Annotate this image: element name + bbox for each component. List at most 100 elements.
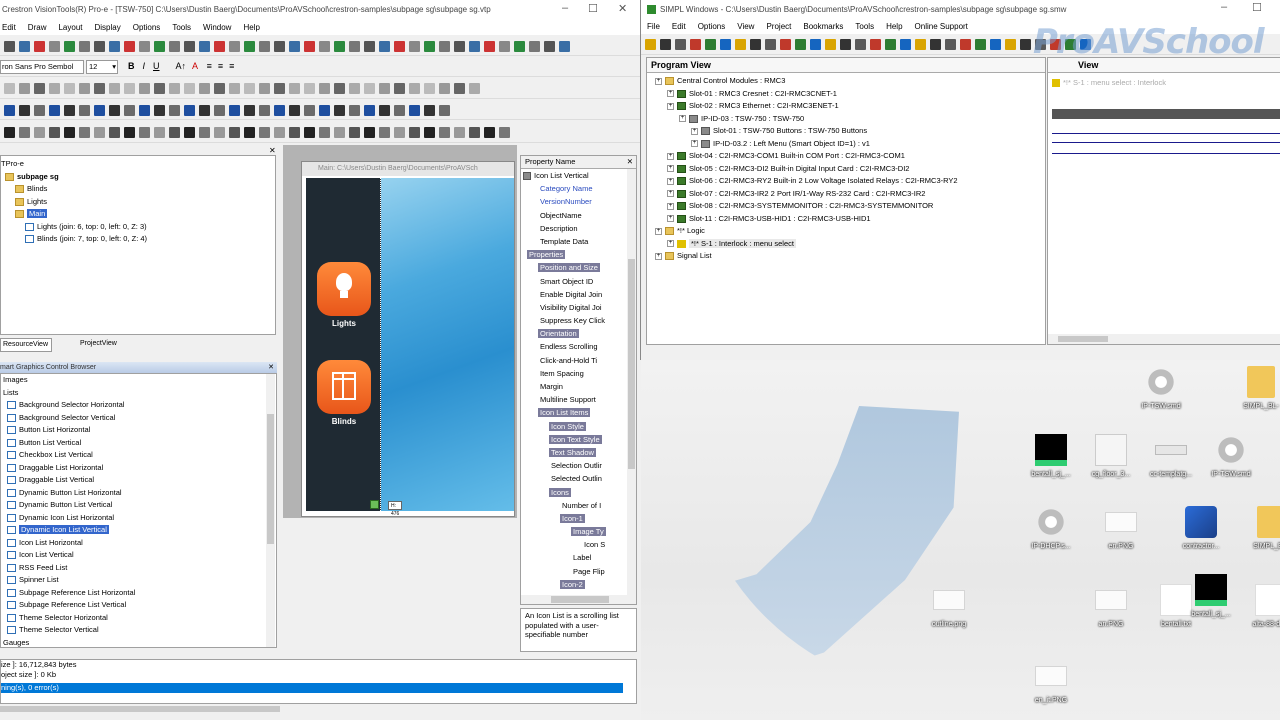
toolbar-button-icon[interactable] (364, 127, 375, 138)
control-list-item[interactable]: Dynamic Icon List Horizontal (1, 512, 276, 525)
toolbar-button-icon[interactable] (124, 83, 135, 94)
property-row[interactable]: Click-and-Hold Ti (521, 354, 636, 367)
toolbar-button-icon[interactable] (244, 41, 255, 52)
toolbar-button-icon[interactable] (259, 105, 270, 116)
property-row[interactable]: Icon Style (521, 420, 636, 433)
menu-item[interactable]: Online Support (915, 22, 968, 31)
toolbar-button-icon[interactable] (469, 83, 480, 94)
toolbar-button-icon[interactable] (379, 41, 390, 52)
toolbar-button-icon[interactable] (109, 127, 120, 138)
maximize-icon[interactable]: ☐ (588, 2, 598, 15)
property-row[interactable]: Image Ty (521, 525, 636, 538)
project-tree-item[interactable]: Blinds (1, 183, 275, 196)
desktop-icon[interactable]: bentall_sj_... (1021, 434, 1081, 478)
property-row[interactable]: Label (521, 551, 636, 564)
toolbar-button-icon[interactable] (259, 41, 270, 52)
toolbar-button-icon[interactable] (885, 39, 896, 50)
toolbar-button-icon[interactable] (454, 41, 465, 52)
control-browser-scroll-thumb[interactable] (267, 414, 274, 544)
toolbar-button-icon[interactable] (660, 39, 671, 50)
lights-button[interactable]: Lights (316, 262, 372, 332)
toolbar-button-icon[interactable] (349, 127, 360, 138)
toolbar-button-icon[interactable] (409, 105, 420, 116)
align-right-icon[interactable]: ≡ (229, 61, 234, 71)
toolbar-button-icon[interactable] (34, 127, 45, 138)
toolbar-button-icon[interactable] (990, 39, 1001, 50)
desktop-icon[interactable]: en.PNG (1091, 506, 1151, 550)
lists-category[interactable]: Lists (1, 387, 276, 400)
expand-icon[interactable]: + (667, 165, 674, 173)
toolbar-button-icon[interactable] (319, 83, 330, 94)
project-tree-close-icon[interactable]: ✕ (269, 146, 276, 155)
toolbar-button-icon[interactable] (49, 127, 60, 138)
properties-hscroll-thumb[interactable] (551, 596, 609, 603)
tab-projectview[interactable]: ProjectView (56, 338, 126, 352)
toolbar-button-icon[interactable] (439, 127, 450, 138)
menu-item[interactable]: Help (243, 23, 259, 32)
toolbar-button-icon[interactable] (79, 83, 90, 94)
desktop-icon[interactable]: IP-DHCP.s... (1021, 506, 1081, 550)
toolbar-button-icon[interactable] (214, 105, 225, 116)
desktop-icon[interactable]: cc-templatg... (1141, 434, 1201, 478)
expand-icon[interactable]: + (667, 240, 674, 248)
expand-icon[interactable]: + (667, 190, 674, 198)
toolbar-button-icon[interactable] (154, 105, 165, 116)
toolbar-button-icon[interactable] (274, 127, 285, 138)
font-name-select[interactable]: ron Sans Pro Sembol (0, 60, 84, 74)
property-row[interactable]: Smart Object ID (521, 275, 636, 288)
toolbar-button-icon[interactable] (499, 41, 510, 52)
desktop-icon[interactable]: IP-TSW.smd (1131, 366, 1191, 410)
toolbar-button-icon[interactable] (349, 105, 360, 116)
toolbar-button-icon[interactable] (109, 41, 120, 52)
control-list-item[interactable]: Draggable List Vertical (1, 474, 276, 487)
toolbar-button-icon[interactable] (124, 105, 135, 116)
program-tree-item[interactable]: + IP-ID-03 : TSW-750 : TSW-750 (647, 113, 1045, 126)
menu-item[interactable]: Tools (855, 22, 874, 31)
blinds-button[interactable]: Blinds (316, 360, 372, 430)
toolbar-button-icon[interactable] (394, 105, 405, 116)
control-browser-scrollbar[interactable] (266, 374, 275, 647)
toolbar-button-icon[interactable] (19, 41, 30, 52)
menu-item[interactable]: Project (766, 22, 791, 31)
toolbar-button-icon[interactable] (319, 127, 330, 138)
toolbar-button-icon[interactable] (304, 127, 315, 138)
property-row[interactable]: Selection Outlir (521, 459, 636, 472)
toolbar-button-icon[interactable] (319, 105, 330, 116)
toolbar-button-icon[interactable] (49, 41, 60, 52)
toolbar-button-icon[interactable] (379, 105, 390, 116)
toolbar-button-icon[interactable] (154, 41, 165, 52)
expand-icon[interactable]: + (655, 252, 662, 260)
toolbar-button-icon[interactable] (19, 127, 30, 138)
toolbar-button-icon[interactable] (244, 83, 255, 94)
toolbar-button-icon[interactable] (124, 127, 135, 138)
images-category[interactable]: Images (1, 374, 276, 387)
control-list-item[interactable]: Button List Horizontal (1, 424, 276, 437)
toolbar-button-icon[interactable] (454, 127, 465, 138)
program-tree-item[interactable]: + IP-ID-03.2 : Left Menu (Smart Object ID… (647, 138, 1045, 151)
menu-item[interactable]: Display (95, 23, 121, 32)
toolbar-button-icon[interactable] (780, 39, 791, 50)
control-list-item[interactable]: Dynamic Icon List Vertical (1, 524, 276, 537)
toolbar-button-icon[interactable] (424, 83, 435, 94)
property-row[interactable]: Page Flip (521, 565, 636, 578)
program-tree-item[interactable]: + Slot-07 : C2I-RMC3-IR2 2 Port IR/1-Way … (647, 188, 1045, 201)
property-row[interactable]: Enable Digital Join (521, 288, 636, 301)
toolbar-button-icon[interactable] (289, 41, 300, 52)
font-grow-icon[interactable]: A↑ (176, 61, 187, 71)
property-row[interactable]: Visibility Digital Joi (521, 301, 636, 314)
properties-root[interactable]: Icon List Vertical (521, 169, 636, 182)
control-list-item[interactable]: Button List Vertical (1, 437, 276, 450)
toolbar-button-icon[interactable] (214, 41, 225, 52)
toolbar-button-icon[interactable] (169, 41, 180, 52)
property-row[interactable]: Description (521, 222, 636, 235)
toolbar-button-icon[interactable] (304, 105, 315, 116)
toolbar-button-icon[interactable] (900, 39, 911, 50)
toolbar-button-icon[interactable] (34, 41, 45, 52)
expand-icon[interactable]: + (679, 115, 686, 123)
property-row[interactable]: VersionNumber (521, 195, 636, 208)
bottom-scroll-thumb[interactable] (0, 706, 280, 712)
toolbar-button-icon[interactable] (184, 83, 195, 94)
toolbar-button-icon[interactable] (825, 39, 836, 50)
menu-item[interactable]: Help (886, 22, 902, 31)
toolbar-button-icon[interactable] (199, 41, 210, 52)
